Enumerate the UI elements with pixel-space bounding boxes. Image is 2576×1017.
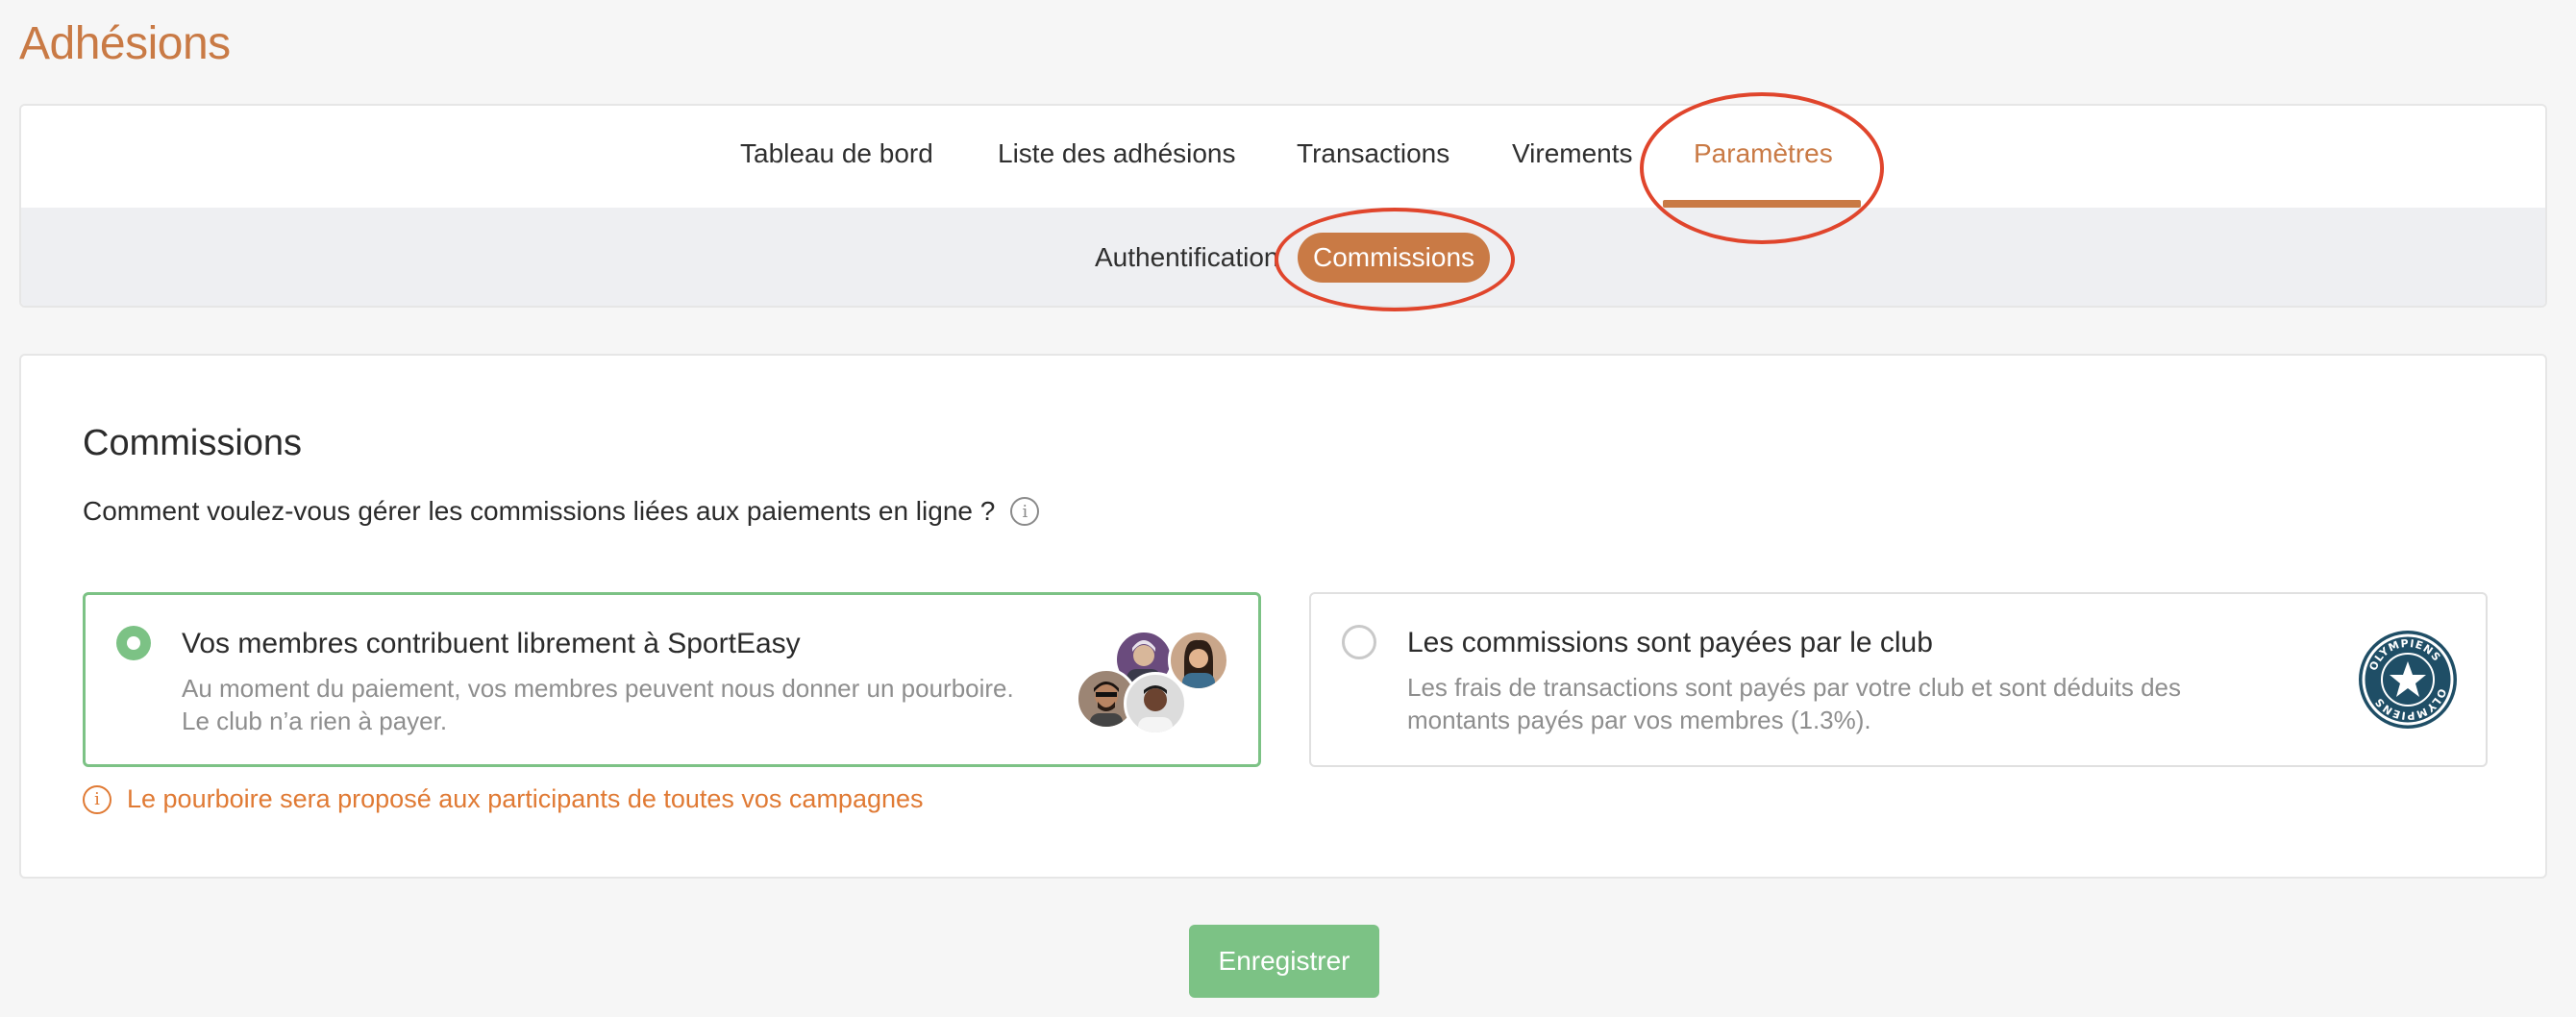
avatar: [1124, 672, 1187, 735]
option-members-contribute[interactable]: Vos membres contribuent librement à Spor…: [83, 592, 1261, 767]
tab-membership-list[interactable]: Liste des adhésions: [998, 138, 1236, 169]
navigation-card: Tableau de bord Liste des adhésions Tran…: [19, 104, 2547, 308]
subtab-authentication[interactable]: Authentification: [1095, 242, 1278, 273]
tab-dashboard[interactable]: Tableau de bord: [740, 138, 933, 169]
tab-settings[interactable]: Paramètres: [1694, 138, 1833, 169]
active-tab-indicator: [1663, 200, 1861, 208]
radio-selected[interactable]: [116, 626, 151, 660]
option-description: Les frais de transactions sont payés par…: [1407, 673, 2182, 734]
page-title: Adhésions: [19, 18, 231, 69]
club-logo: OLYMPIENS OLYMPIENS: [2359, 631, 2457, 729]
save-button[interactable]: Enregistrer: [1189, 925, 1379, 998]
option-description: Au moment du paiement, vos membres peuve…: [182, 674, 1014, 735]
info-icon[interactable]: i: [1010, 497, 1040, 526]
info-icon: i: [83, 784, 111, 814]
tip-text: Le pourboire sera proposé aux participan…: [127, 784, 924, 813]
tab-transactions[interactable]: Transactions: [1297, 138, 1449, 169]
question-text: Comment voulez-vous gérer les commission…: [83, 496, 996, 526]
page: Adhésions Tableau de bord Liste des adhé…: [0, 0, 2576, 1017]
subtab-commissions[interactable]: Commissions: [1298, 233, 1491, 283]
option-title: Vos membres contribuent librement à Spor…: [182, 628, 801, 659]
sub-tabs: Authentification Commissions: [21, 208, 2545, 306]
tab-transfers[interactable]: Virements: [1512, 138, 1633, 169]
commission-question: Comment voulez-vous gérer les commission…: [83, 496, 1040, 527]
radio-unselected[interactable]: [1342, 625, 1376, 659]
option-club-pays[interactable]: Les commissions sont payées par le club …: [1309, 592, 2488, 767]
main-tabs: Tableau de bord Liste des adhésions Tran…: [21, 106, 2545, 210]
section-title: Commissions: [83, 423, 303, 463]
option-title: Les commissions sont payées par le club: [1407, 627, 1933, 658]
member-avatars: [1076, 630, 1229, 735]
tip-message: i Le pourboire sera proposé aux particip…: [83, 784, 924, 814]
commissions-card: Commissions Comment voulez-vous gérer le…: [19, 354, 2547, 879]
